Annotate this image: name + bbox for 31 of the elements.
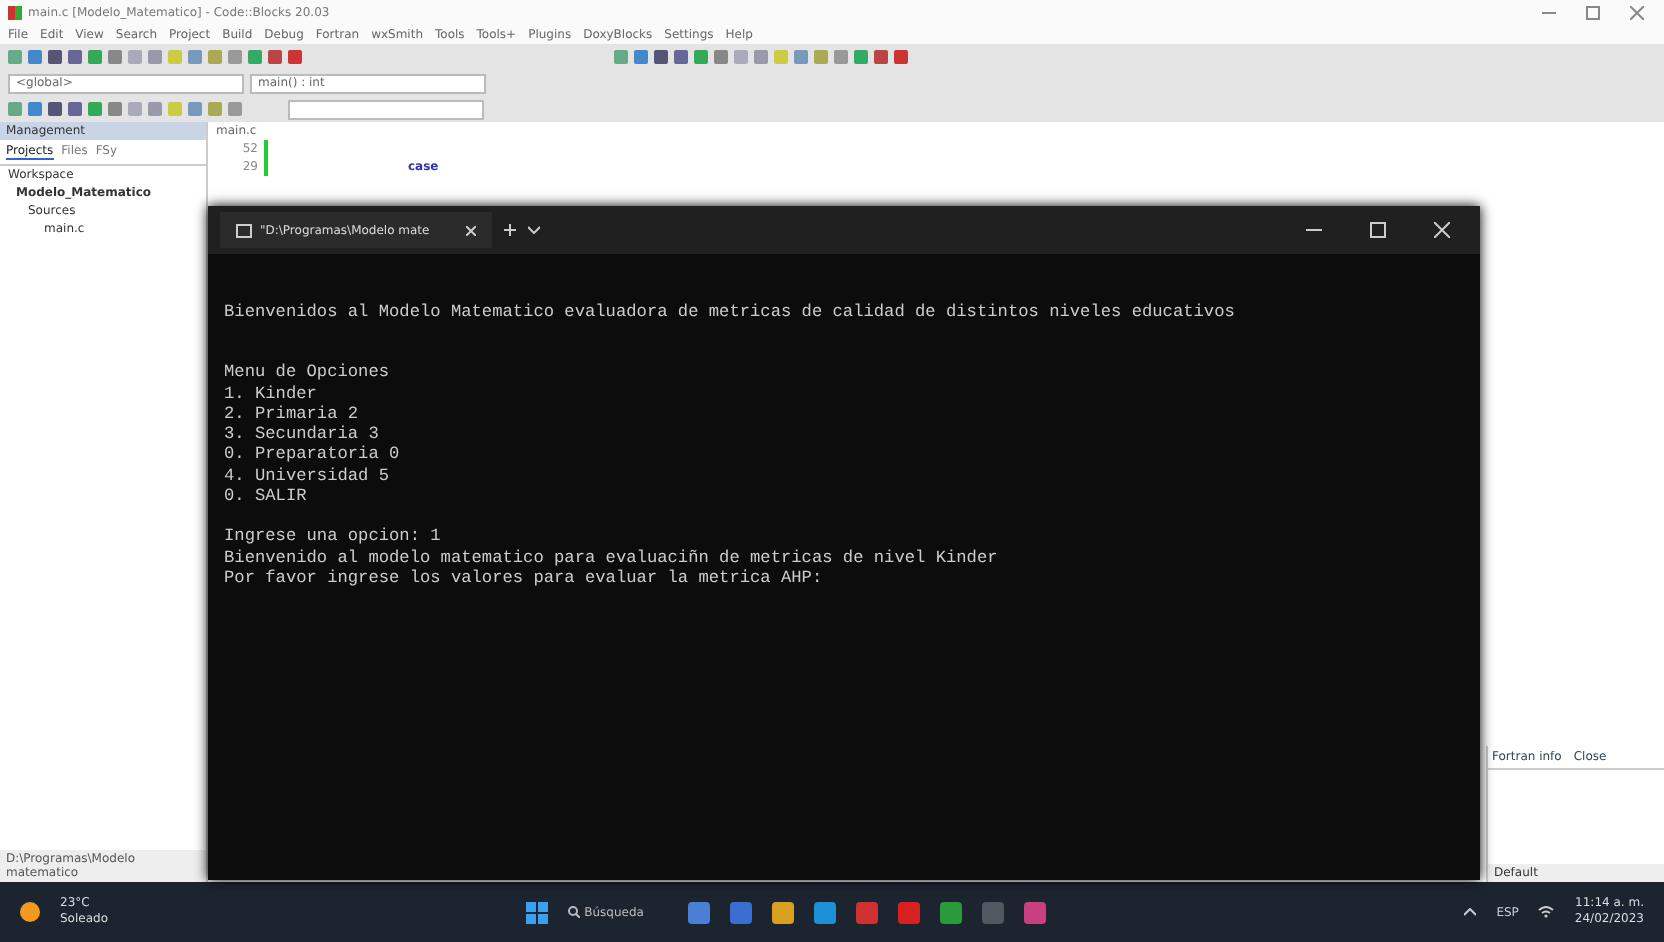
chevron-up-icon[interactable] (1464, 908, 1477, 916)
search-icon (568, 906, 581, 918)
close-icon[interactable] (466, 225, 476, 235)
maximize-icon[interactable] (1370, 222, 1386, 238)
app-icon[interactable] (1024, 901, 1047, 923)
app-icon[interactable] (730, 901, 753, 923)
console-line: 0. Preparatoria 0 (224, 444, 402, 466)
console-line: Por favor ingrese los valores para evaluar la metrica AHP: (224, 567, 825, 589)
console-line: Ingrese una opcion: 1 (224, 526, 443, 548)
start-icon[interactable] (526, 901, 549, 923)
console-line: 0. SALIR (224, 486, 309, 507)
app-icon[interactable] (898, 901, 921, 923)
app-icon[interactable] (772, 901, 795, 923)
app-logo-icon (8, 5, 22, 19)
console-line: 1. Kinder (224, 383, 319, 404)
console-line: Bienvenido al modelo matematico para evaluaciñn de metricas de nivel Kinder (224, 547, 1000, 568)
chevron-down-icon[interactable] (528, 226, 540, 234)
console-line: 4. Universidad 5 (224, 465, 392, 487)
console-line: Menu de Opciones (224, 362, 392, 384)
app-icon[interactable] (814, 901, 837, 923)
console-line: 3. Secundaria 3 (224, 424, 381, 445)
wifi-icon[interactable] (1538, 906, 1555, 918)
app-icon[interactable] (856, 901, 879, 923)
console-line: 2. Primaria 2 (224, 403, 361, 425)
close-icon[interactable] (1434, 222, 1450, 238)
console-line: Bienvenidos al Modelo Matematico evaluadora de metricas de calidad de distintos niveles educativos (224, 302, 1237, 323)
search-field[interactable] (288, 99, 484, 119)
app-icon[interactable] (940, 901, 963, 923)
sun-icon[interactable] (20, 902, 40, 922)
app-icon[interactable] (688, 901, 711, 923)
plus-icon[interactable] (504, 224, 516, 236)
